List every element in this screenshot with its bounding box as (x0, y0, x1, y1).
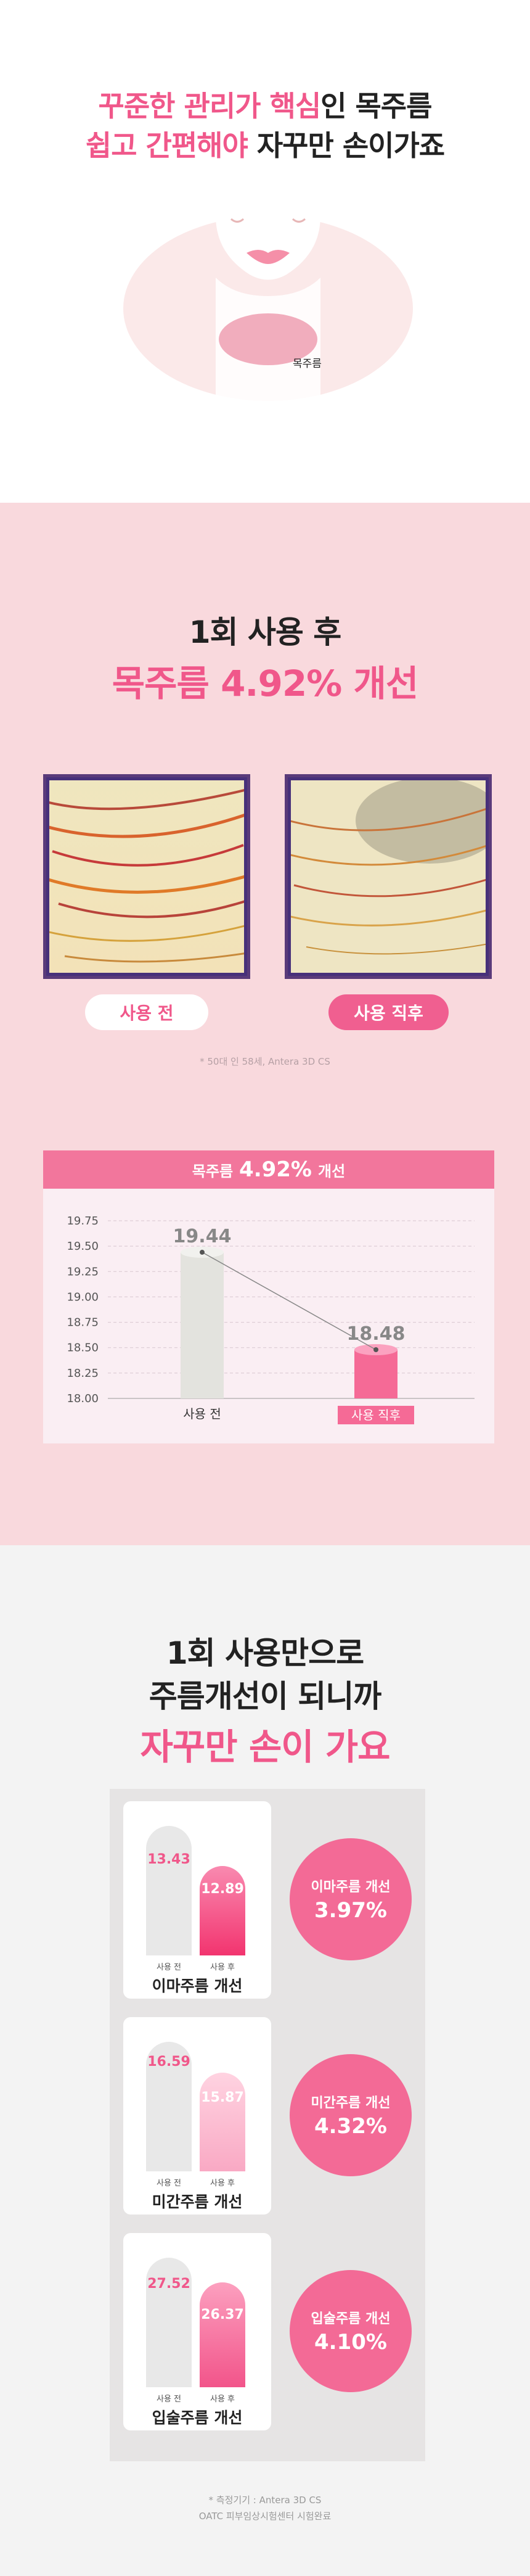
before-bar (181, 1252, 224, 1398)
lip-after-bar (200, 2282, 245, 2387)
forehead-before-value: 13.43 (147, 1852, 190, 1867)
glabella-before-label: 사용 전 (156, 2179, 181, 2188)
glabella-before-value: 16.59 (147, 2054, 190, 2070)
result-heading: 1회 사용 후 (189, 614, 342, 650)
chart-plot: 19.75 19.50 19.25 19.00 18.75 18.50 18.25 18.00… (67, 1215, 475, 1424)
y-tick-label: 19.00 (67, 1290, 99, 1303)
usage-footnote-line2: OATC 피부임상시험센터 시험완료 (198, 2511, 332, 2522)
forehead-badge-percent: 3.97% (314, 1898, 387, 1923)
forehead-after-value: 12.89 (201, 1881, 244, 1897)
y-tick-label: 19.25 (67, 1265, 99, 1278)
usage-heading-2: 주름개선이 되니까 (149, 1678, 381, 1714)
chart-title-suffix: 개선 (318, 1162, 346, 1180)
result-footnote: * 50대 인 58세, Antera 3D CS (200, 1056, 330, 1067)
neck-illustration: 목주름 (123, 216, 413, 401)
neck-wrinkle-chart: 목주름 4.92% 개선 19.75 19.50 19.25 19.00 18.75 18… (43, 1150, 494, 1443)
after-bar (354, 1350, 398, 1398)
forehead-wrinkle-card: 13.43 12.89 사용 전 사용 후 이마주름 개선 (123, 1801, 271, 1999)
after-label-pill: 사용 직후 (328, 994, 449, 1030)
usage-heading-3: 자꾸만 손이 가요 (140, 1726, 391, 1768)
lip-before-value: 27.52 (147, 2276, 190, 2292)
lip-after-label: 사용 후 (210, 2395, 235, 2404)
forehead-after-label: 사용 후 (210, 1963, 235, 1972)
lip-before-label: 사용 전 (156, 2395, 181, 2404)
x-label-before: 사용 전 (183, 1406, 221, 1421)
usage-footnote-line1: * 측정기기 : Antera 3D CS (208, 2495, 322, 2506)
lip-improvement-badge: 입술주름 개선 4.10% (290, 2270, 412, 2392)
forehead-before-bar (146, 1826, 192, 1955)
intro-line2-highlight: 쉽고 간편해야 (85, 129, 248, 162)
forehead-after-bar (200, 1866, 245, 1955)
usage-footnote: * 측정기기 : Antera 3D CS OATC 피부임상시험센터 시험완료 (0, 2492, 530, 2524)
product-detail-page: 꾸준한 관리가 핵심인 목주름 쉽고 간편해야 자꾸만 손이가죠 목주름 1회 … (0, 0, 530, 2576)
glabella-wrinkle-card: 16.59 15.87 사용 전 사용 후 미간주름 개선 (123, 2017, 271, 2215)
intro-headline: 꾸준한 관리가 핵심인 목주름 쉽고 간편해야 자꾸만 손이가죠 (0, 86, 530, 165)
before-point (200, 1250, 205, 1255)
y-tick-label: 18.75 (67, 1316, 99, 1329)
glabella-after-label: 사용 후 (210, 2179, 235, 2188)
lip-wrinkle-card: 27.52 26.37 사용 전 사용 후 입술주름 개선 (123, 2233, 271, 2430)
intro-line1-highlight: 꾸준한 관리가 핵심 (98, 89, 322, 123)
glabella-card-title: 미간주름 개선 (152, 2193, 243, 2211)
chart-header: 목주름 4.92% 개선 (43, 1150, 494, 1189)
lip-after-value: 26.37 (201, 2307, 244, 2322)
y-tick-label: 19.50 (67, 1240, 99, 1253)
after-skin-scan-image (285, 774, 492, 979)
intro-line1-rest: 인 목주름 (320, 89, 432, 123)
y-tick-label: 18.50 (67, 1342, 99, 1355)
glabella-after-bar (200, 2073, 245, 2171)
chart-title-percent: 4.92% (239, 1157, 312, 1182)
glabella-after-value: 15.87 (201, 2090, 244, 2105)
usage-section: 1회 사용만으로 주름개선이 되니까 자꾸만 손이 가요 13.43 12.89… (0, 1545, 530, 2576)
forehead-before-label: 사용 전 (156, 1963, 181, 1972)
glabella-badge-percent: 4.32% (314, 2114, 387, 2139)
intro-section: 꾸준한 관리가 핵심인 목주름 쉽고 간편해야 자꾸만 손이가죠 목주름 (0, 0, 530, 503)
neck-label: 목주름 (293, 358, 322, 370)
usage-heading-1: 1회 사용만으로 (166, 1635, 364, 1671)
result-section: 1회 사용 후 목주름 4.92% 개선 사용 전 사용 직후 * 50대 인 … (0, 503, 530, 1545)
result-subheading: 목주름 4.92% 개선 (112, 663, 418, 704)
forehead-improvement-badge: 이마주름 개선 3.97% (290, 1838, 412, 1960)
y-tick-label: 18.00 (67, 1392, 99, 1405)
glabella-badge-title: 미간주름 개선 (311, 2095, 391, 2111)
after-value-label: 18.48 (347, 1323, 406, 1345)
after-point (373, 1347, 378, 1353)
forehead-card-title: 이마주름 개선 (152, 1977, 243, 1995)
y-tick-label: 18.25 (67, 1367, 99, 1380)
before-value-label: 19.44 (173, 1226, 232, 1247)
before-skin-scan-image (43, 774, 250, 979)
lip-badge-percent: 4.10% (314, 2330, 387, 2355)
lip-card-title: 입술주름 개선 (152, 2409, 243, 2427)
y-tick-label: 19.75 (67, 1215, 99, 1228)
lip-badge-title: 입술주름 개선 (311, 2311, 391, 2327)
intro-line2-rest: 자꾸만 손이가죠 (247, 129, 445, 162)
glabella-improvement-badge: 미간주름 개선 4.32% (290, 2054, 412, 2176)
before-label-pill: 사용 전 (85, 994, 208, 1030)
forehead-badge-title: 이마주름 개선 (311, 1880, 391, 1895)
chart-title-label: 목주름 (192, 1162, 234, 1180)
x-label-after: 사용 직후 (351, 1408, 401, 1422)
wrinkle-results-panel: 13.43 12.89 사용 전 사용 후 이마주름 개선 이마주름 개선 3.… (110, 1789, 425, 2461)
